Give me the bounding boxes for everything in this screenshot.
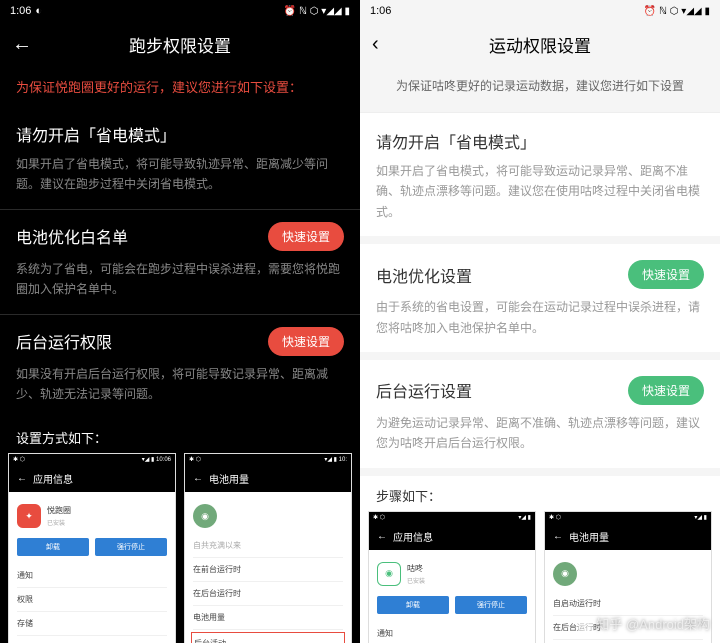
section-title: 请勿开启「省电模式」 [376, 129, 536, 153]
section-battery: 电池优化白名单 快速设置 系统为了省电，可能会在跑步过程中误杀进程，需要您将悦跑… [0, 210, 360, 315]
page-title: 运动权限设置 [372, 32, 708, 57]
quick-setup-button[interactable]: 快速设置 [628, 260, 704, 289]
app-icon: ◉ [553, 562, 577, 586]
thumbnail-app-info: ✱ ⬡▾◢ ▮ ←应用信息 ◉咕咚已安装 卸载强行停止 通知 权限 存储 流量使… [368, 511, 536, 643]
section-desc: 如果没有开启后台运行权限，将可能导致记录异常、距离减少、轨迹无法记录等问题。 [16, 364, 344, 405]
list-item: 存储 [17, 612, 167, 636]
list-item-highlighted: 后台活动 [191, 632, 345, 643]
back-icon: ← [553, 531, 563, 542]
intro-text: 为保证悦跑圈更好的运行，建议您进行如下设置： [0, 67, 360, 110]
section-desc: 由于系统的省电设置，可能会在运动记录过程中误杀进程，请您将咕咚加入电池保护名单中… [376, 297, 704, 338]
header: ← 跑步权限设置 [0, 22, 360, 67]
list-item: 自启动运行时 [553, 592, 703, 616]
status-bar: 1:06 ◐ ⏰ ℕ ⬡ ▾◢◢ ▮ [0, 0, 360, 22]
list-item: 流量使用情况 [17, 636, 167, 643]
section-powersave: 请勿开启「省电模式」 如果开启了省电模式，将可能导致运动记录异常、距离不准确、轨… [360, 113, 720, 244]
section-title: 请勿开启「省电模式」 [16, 122, 176, 146]
left-pane: 1:06 ◐ ⏰ ℕ ⬡ ▾◢◢ ▮ ← 跑步权限设置 为保证悦跑圈更好的运行，建… [0, 0, 360, 643]
steps-label: 设置方式如下： [0, 418, 360, 453]
status-icons: ⏰ ℕ ⬡ ▾◢◢ ▮ [284, 6, 350, 17]
list-item: 在后台运行时 [193, 582, 343, 606]
list-item: 电池用量 [193, 606, 343, 630]
section-title: 后台运行权限 [16, 329, 112, 353]
status-icons: ⏰ ℕ ⬡ ▾◢◢ ▮ [644, 6, 710, 17]
list-item: 通知 [17, 564, 167, 588]
section-title: 电池优化白名单 [16, 224, 128, 248]
uninstall-button: 卸载 [17, 538, 89, 556]
quick-setup-button[interactable]: 快速设置 [268, 327, 344, 356]
time: 1:06 [10, 5, 31, 17]
location-icon: ◐ [35, 5, 42, 17]
section-desc: 如果开启了省电模式，将可能导致运动记录异常、距离不准确、轨迹点漂移等问题。建议您… [376, 161, 704, 222]
intro-text: 为保证咕咚更好的记录运动数据，建议您进行如下设置 [360, 67, 720, 113]
back-icon: ← [377, 531, 387, 542]
list-item: 权限 [17, 588, 167, 612]
thumbnails: ✱ ⬡▾◢ ▮ 10:06 ←应用信息 ✦悦跑圈已安装 卸载强行停止 通知 权限… [0, 453, 360, 643]
time: 1:06 [370, 5, 391, 17]
quick-setup-button[interactable]: 快速设置 [628, 376, 704, 405]
thumbnail-app-info: ✱ ⬡▾◢ ▮ 10:06 ←应用信息 ✦悦跑圈已安装 卸载强行停止 通知 权限… [8, 453, 176, 643]
section-title: 后台运行设置 [376, 378, 472, 402]
back-icon: ← [17, 473, 27, 484]
section-battery: 电池优化设置 快速设置 由于系统的省电设置，可能会在运动记录过程中误杀进程，请您… [360, 244, 720, 360]
section-title: 电池优化设置 [376, 263, 472, 287]
back-icon: ← [193, 473, 203, 484]
section-desc: 为避免运动记录异常、距离不准确、轨迹点漂移等问题，建议您为咕咚开启后台运行权限。 [376, 413, 704, 454]
section-desc: 如果开启了省电模式，将可能导致轨迹异常、距离减少等问题。建议在跑步过程中关闭省电… [16, 154, 344, 195]
app-icon: ◉ [377, 562, 401, 586]
section-powersave: 请勿开启「省电模式」 如果开启了省电模式，将可能导致轨迹异常、距离减少等问题。建… [0, 110, 360, 210]
steps-label: 步骤如下： [360, 476, 720, 511]
quick-setup-button[interactable]: 快速设置 [268, 222, 344, 251]
watermark: 知乎 @Android架构 [578, 614, 710, 633]
header: ‹ 运动权限设置 [360, 22, 720, 67]
app-icon: ✦ [17, 504, 41, 528]
section-background: 后台运行权限 快速设置 如果没有开启后台运行权限，将可能导致记录异常、距离减少、… [0, 315, 360, 419]
section-background: 后台运行设置 快速设置 为避免运动记录异常、距离不准确、轨迹点漂移等问题，建议您… [360, 360, 720, 476]
right-pane: 1:06 ⏰ ℕ ⬡ ▾◢◢ ▮ ‹ 运动权限设置 为保证咕咚更好的记录运动数据… [360, 0, 720, 643]
list-item: 在前台运行时 [193, 558, 343, 582]
thumbnail-battery: ✱ ⬡▾◢ ▮ 10: ←电池用量 ◉ 自共充满以来 在前台运行时 在后台运行时… [184, 453, 352, 643]
force-stop-button: 强行停止 [95, 538, 167, 556]
section-desc: 系统为了省电，可能会在跑步过程中误杀进程，需要您将悦跑圈加入保护名单中。 [16, 259, 344, 300]
app-icon: ◉ [193, 504, 217, 528]
list-item: 通知 [377, 622, 527, 643]
status-bar: 1:06 ⏰ ℕ ⬡ ▾◢◢ ▮ [360, 0, 720, 22]
page-title: 跑步权限设置 [12, 32, 348, 57]
zhihu-icon [578, 617, 592, 631]
